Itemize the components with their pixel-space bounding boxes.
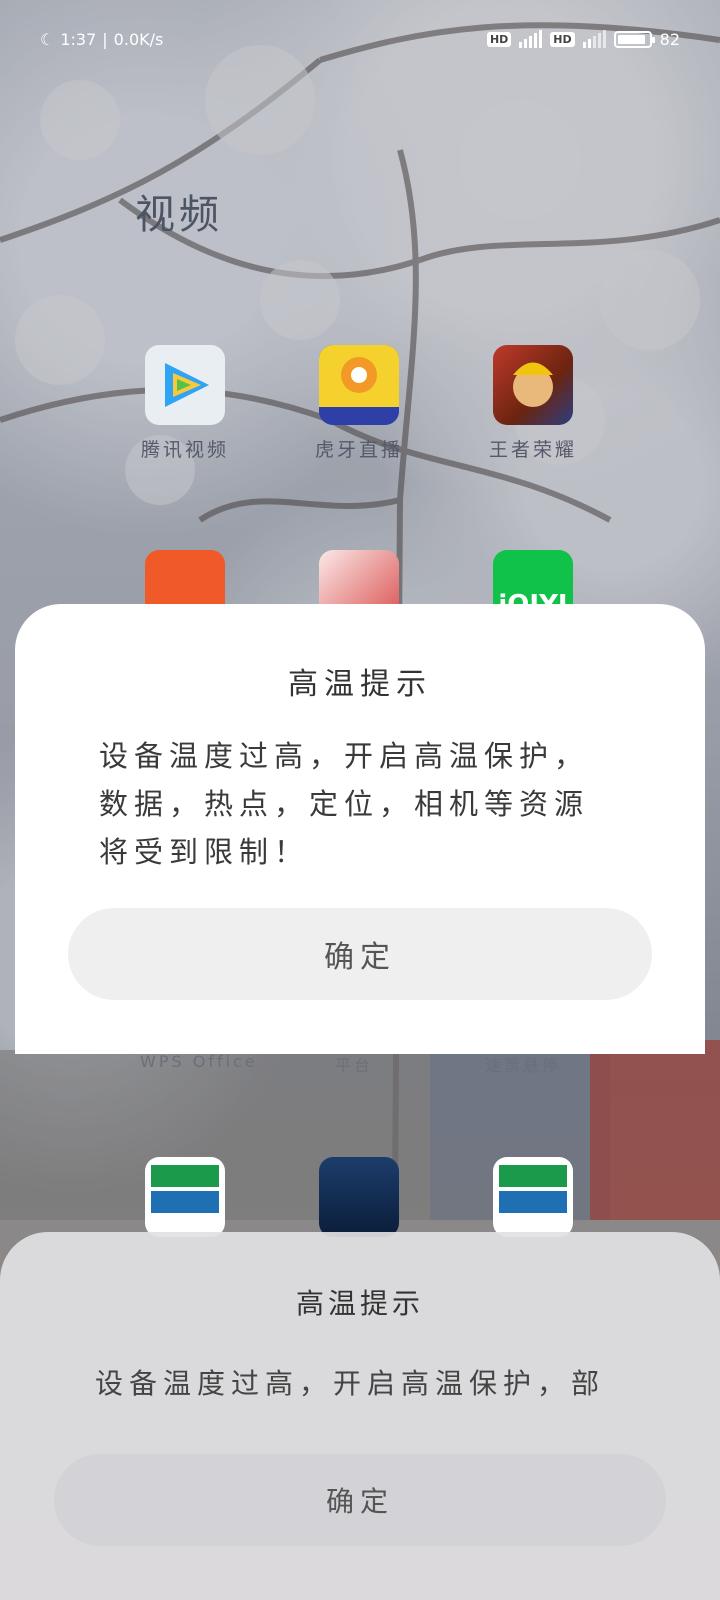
- signal-icon-1: [519, 30, 543, 48]
- huya-live-icon: [319, 345, 399, 425]
- app-familymart-2[interactable]: [463, 1157, 603, 1237]
- status-bar: ☾ 1:37 | 0.0K/s HD HD 82: [40, 29, 680, 49]
- dialog-title: 高温提示: [295, 1287, 424, 1320]
- honor-of-kings-icon: [493, 345, 573, 425]
- folder-title: 视频: [135, 192, 223, 238]
- confirm-button-secondary[interactable]: 确定: [54, 1454, 666, 1546]
- dialog-message: 设备温度过高，开启高温保护，数据，热点，定位，相机等资源将受到限制！: [99, 739, 590, 869]
- app-label-partial: 平台: [335, 1056, 374, 1075]
- tencent-video-icon: [145, 345, 225, 425]
- app-league-of-legends[interactable]: [289, 1157, 429, 1237]
- dialog-title: 高温提示: [288, 667, 432, 702]
- app-label-partial: 速票悬停: [485, 1056, 562, 1075]
- app-label-partial: WPS Office: [140, 1052, 258, 1071]
- signal-icon-2: [582, 30, 606, 48]
- dialog-message: 设备温度过高，开启高温保护，部: [95, 1367, 606, 1400]
- battery-level: 82: [659, 29, 680, 49]
- high-temp-dialog: 高温提示 设备温度过高，开启高温保护，数据，热点，定位，相机等资源将受到限制！ …: [15, 604, 705, 1054]
- familymart-icon: [145, 1157, 225, 1237]
- familymart-icon: [493, 1157, 573, 1237]
- app-huya-live[interactable]: 虎牙直播: [289, 345, 429, 462]
- app-honor-of-kings[interactable]: 王者荣耀: [463, 345, 603, 462]
- high-temp-dialog-secondary: 高温提示 设备温度过高，开启高温保护，部 确定: [0, 1232, 720, 1600]
- league-of-legends-icon: [319, 1157, 399, 1237]
- app-familymart[interactable]: [115, 1157, 255, 1237]
- battery-icon: [613, 30, 655, 48]
- alarm-icon: ☾: [40, 29, 55, 49]
- app-label: 虎牙直播: [314, 439, 403, 461]
- network-speed: 0.0K/s: [113, 29, 164, 49]
- confirm-button[interactable]: 确定: [68, 908, 652, 1000]
- app-label: 腾讯视频: [140, 439, 229, 461]
- status-time: 1:37: [60, 29, 97, 49]
- app-label: 王者荣耀: [488, 439, 577, 461]
- app-tencent-video[interactable]: 腾讯视频: [115, 345, 255, 462]
- hd-badge-1: HD: [486, 31, 512, 47]
- hd-badge-2: HD: [550, 31, 575, 47]
